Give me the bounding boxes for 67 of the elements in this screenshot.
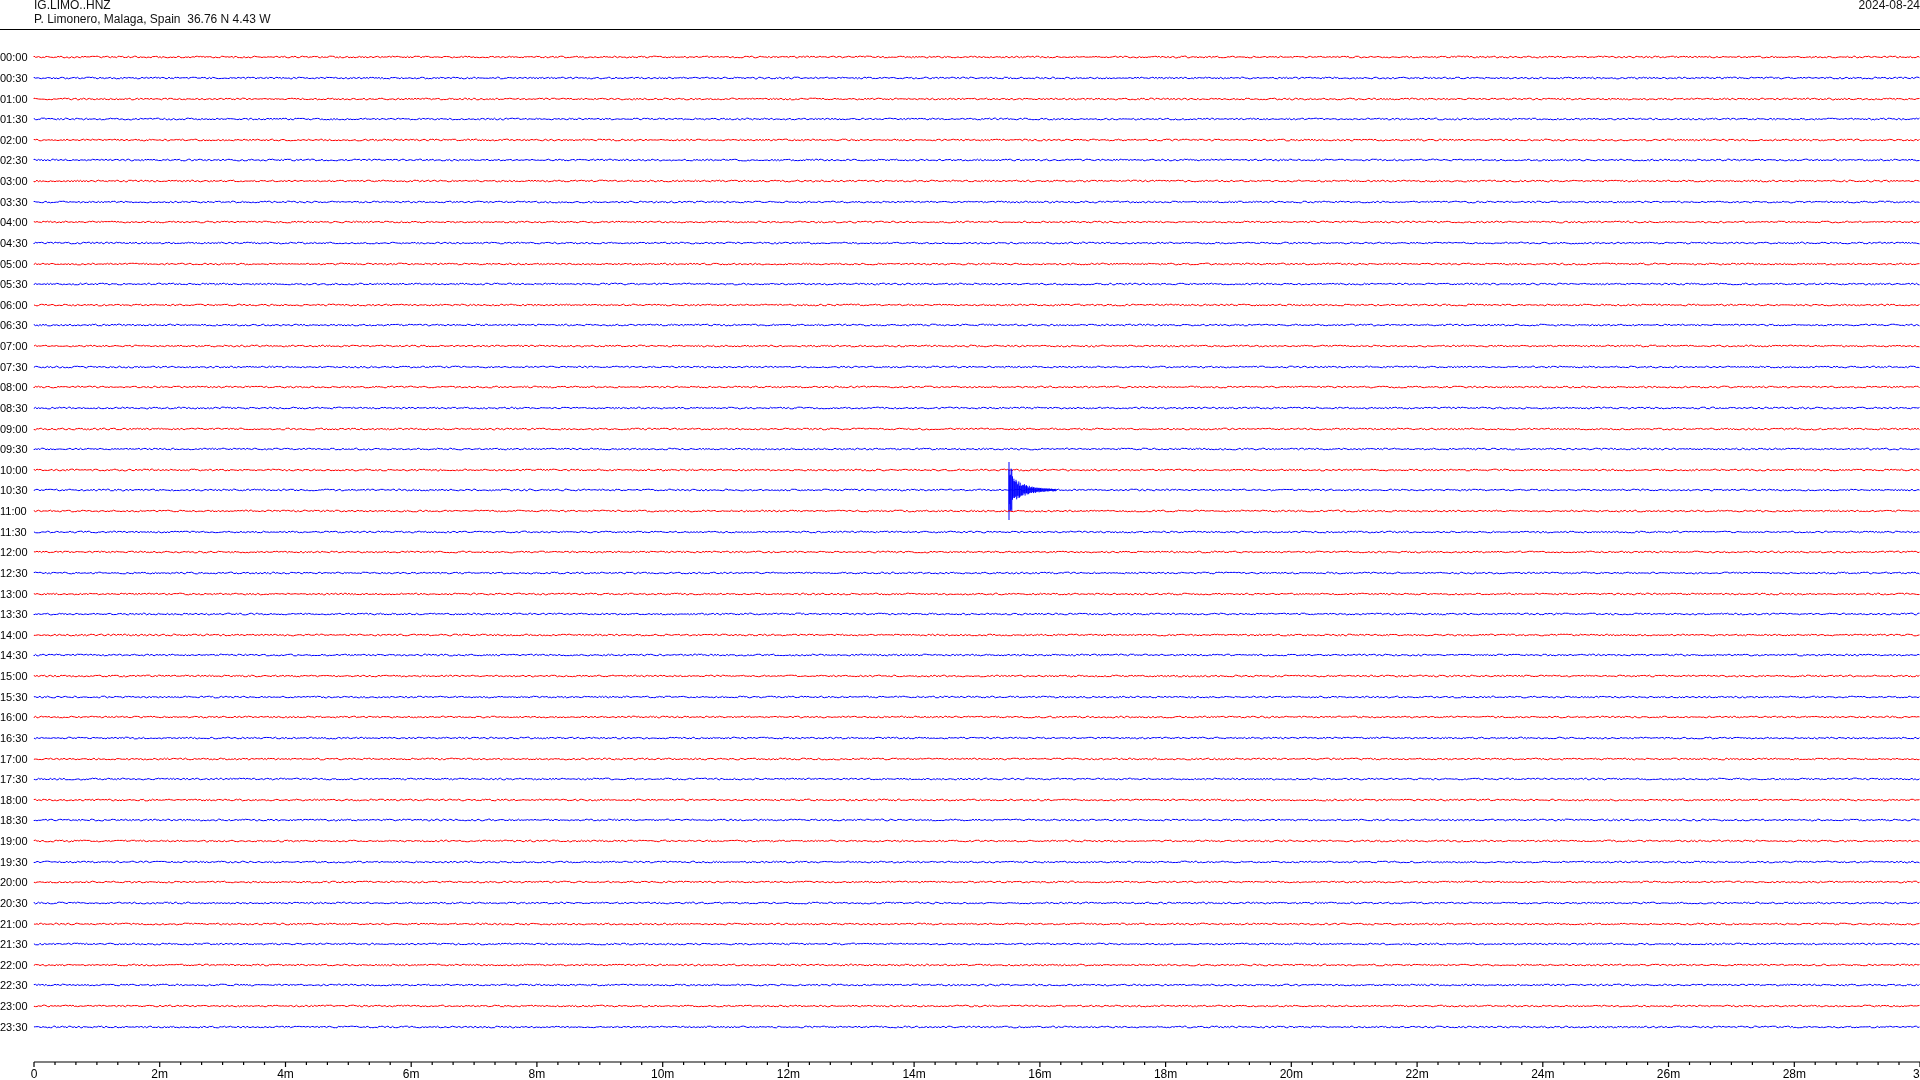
time-label: 01:30 — [0, 113, 29, 126]
axis-tick-label: 12m — [776, 1067, 801, 1080]
time-label: 00:00 — [0, 51, 29, 64]
axis-tick-label: 2m — [151, 1067, 169, 1080]
time-label: 01:00 — [0, 92, 29, 105]
time-label: 13:30 — [0, 608, 29, 621]
time-label: 09:00 — [0, 422, 29, 435]
time-label: 03:00 — [0, 175, 29, 188]
record-date: 2024-08-24 — [1858, 0, 1920, 14]
axis-tick-label: 6m — [402, 1067, 420, 1080]
time-label: 20:30 — [0, 896, 29, 909]
time-label: 04:00 — [0, 216, 29, 229]
time-label: 21:00 — [0, 917, 29, 930]
axis-tick-label: 4m — [277, 1067, 294, 1080]
time-label: 16:00 — [0, 711, 29, 724]
time-label: 10:00 — [0, 463, 29, 476]
time-label: 02:30 — [0, 154, 29, 167]
time-label: 15:00 — [0, 670, 29, 683]
time-label: 11:00 — [0, 505, 28, 518]
time-label: 07:30 — [0, 360, 29, 373]
time-label: 05:00 — [0, 257, 29, 270]
axis-tick-label: 24m — [1531, 1067, 1555, 1080]
time-label: 20:00 — [0, 876, 29, 889]
axis-tick-label: 0 — [30, 1067, 38, 1080]
station-location: P. Limonero, Malaga, Spain 36.76 N 4.43 W — [34, 12, 271, 26]
time-label: 03:30 — [0, 195, 29, 208]
time-label: 14:00 — [0, 628, 29, 641]
time-label: 19:30 — [0, 855, 29, 868]
time-label: 12:30 — [0, 566, 29, 579]
time-label: 08:00 — [0, 381, 29, 394]
axis-tick-label: 22m — [1405, 1067, 1429, 1080]
axis-tick-label: 8m — [528, 1067, 546, 1080]
station-code: IG.LIMO..HNZ — [34, 0, 112, 12]
time-label: 08:30 — [0, 401, 29, 414]
time-label: 23:00 — [0, 1000, 29, 1013]
axis-tick-label: 14m — [902, 1067, 926, 1080]
time-label: 17:30 — [0, 773, 29, 786]
time-label: 18:30 — [0, 814, 29, 827]
axis-tick-label: 18m — [1153, 1067, 1178, 1080]
time-label: 22:00 — [0, 958, 29, 971]
time-label: 19:00 — [0, 835, 29, 848]
time-label: 06:00 — [0, 298, 29, 311]
axis-tick-label: 16m — [1028, 1067, 1052, 1080]
time-label: 12:00 — [0, 546, 29, 559]
time-label: 06:30 — [0, 319, 29, 332]
time-label: 05:30 — [0, 278, 29, 291]
time-label: 09:30 — [0, 443, 29, 456]
time-label: 14:30 — [0, 649, 29, 662]
axis-tick-label: 20m — [1279, 1067, 1303, 1080]
time-label: 10:30 — [0, 484, 29, 497]
time-label: 13:00 — [0, 587, 29, 600]
time-label: 02:00 — [0, 133, 29, 146]
time-label: 17:00 — [0, 752, 29, 765]
axis-tick-label: 26m — [1656, 1067, 1681, 1080]
time-label: 18:00 — [0, 793, 29, 806]
time-label: 21:30 — [0, 938, 29, 951]
time-label: 11:30 — [0, 525, 28, 538]
time-label: 16:30 — [0, 731, 29, 744]
axis-tick-label: 3 — [1913, 1067, 1920, 1080]
time-label: 23:30 — [0, 1020, 29, 1033]
time-label: 15:30 — [0, 690, 29, 703]
time-label: 00:30 — [0, 71, 29, 84]
time-label: 22:30 — [0, 979, 29, 992]
axis-tick-label: 10m — [651, 1067, 675, 1080]
time-label: 04:30 — [0, 236, 29, 249]
axis-tick-label: 28m — [1782, 1067, 1806, 1080]
time-label: 07:00 — [0, 340, 29, 353]
